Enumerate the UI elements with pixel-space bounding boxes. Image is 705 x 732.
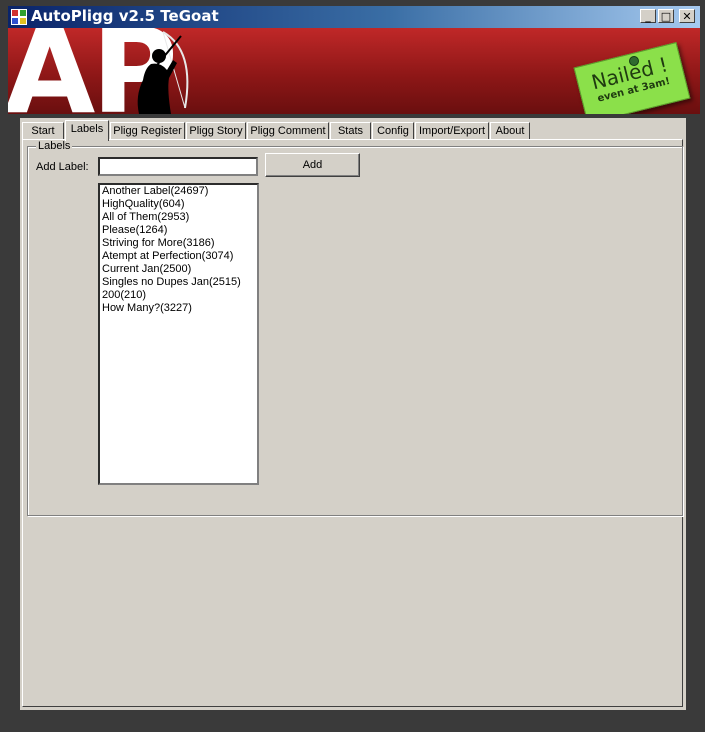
- list-item[interactable]: Current Jan(2500): [100, 263, 257, 276]
- list-item[interactable]: Another Label(24697): [100, 185, 257, 198]
- header-banner: AP Nailed ! even at 3am!: [8, 28, 700, 114]
- tab-start[interactable]: Start: [22, 122, 64, 139]
- tab-label: Stats: [337, 125, 364, 137]
- add-button[interactable]: Add: [265, 153, 360, 177]
- tab-pligg-register[interactable]: Pligg Register: [110, 122, 185, 139]
- list-item[interactable]: Striving for More(3186): [100, 237, 257, 250]
- list-item[interactable]: Please(1264): [100, 224, 257, 237]
- window-title: AutoPligg v2.5 TeGoat: [31, 7, 219, 25]
- tab-stats[interactable]: Stats: [330, 122, 371, 139]
- tab-pligg-comment[interactable]: Pligg Comment: [247, 122, 329, 139]
- tab-label: Start: [31, 125, 55, 137]
- tab-label: About: [495, 125, 525, 137]
- app-icon: [11, 9, 27, 25]
- tab-pligg-story[interactable]: Pligg Story: [186, 122, 246, 139]
- close-button[interactable]: ✕: [679, 9, 695, 23]
- close-icon: ✕: [682, 9, 692, 23]
- labels-listbox[interactable]: Another Label(24697) HighQuality(604) Al…: [98, 183, 259, 485]
- tab-import-export[interactable]: Import/Export: [415, 122, 489, 139]
- labels-tab-page: Labels Add Label: Add Another Label(2469…: [22, 139, 683, 707]
- add-button-label: Add: [302, 159, 323, 171]
- add-label-input[interactable]: [98, 157, 258, 176]
- tab-about[interactable]: About: [490, 122, 530, 139]
- tab-label: Config: [377, 125, 409, 137]
- groupbox-title: Labels: [36, 140, 73, 152]
- list-item[interactable]: Atempt at Perfection(3074): [100, 250, 257, 263]
- client-area: Start Labels Pligg Register Pligg Story …: [20, 118, 686, 710]
- minimize-button[interactable]: _: [640, 9, 656, 23]
- tab-label: Import/Export: [418, 125, 486, 137]
- list-item[interactable]: All of Them(2953): [100, 211, 257, 224]
- list-item[interactable]: Singles no Dupes Jan(2515): [100, 276, 257, 289]
- maximize-button[interactable]: □: [658, 9, 674, 23]
- archer-silhouette-icon: [137, 31, 189, 114]
- pushpin-icon: [629, 56, 639, 66]
- tab-label: Pligg Story: [189, 125, 243, 137]
- list-item[interactable]: 200(210): [100, 289, 257, 302]
- nailed-sticky-note: Nailed ! even at 3am!: [573, 42, 691, 114]
- labels-groupbox: Labels Add Label: Add Another Label(2469…: [27, 140, 683, 516]
- tab-label: Labels: [70, 123, 104, 135]
- tab-label: Pligg Register: [113, 125, 182, 137]
- list-item[interactable]: How Many?(3227): [100, 302, 257, 315]
- tab-label: Pligg Comment: [250, 125, 326, 137]
- maximize-icon: □: [660, 9, 672, 23]
- app-window: AutoPligg v2.5 TeGoat _ □ ✕ AP Nailed ! …: [0, 0, 705, 732]
- title-bar[interactable]: AutoPligg v2.5 TeGoat _ □ ✕: [8, 6, 700, 28]
- tab-config[interactable]: Config: [372, 122, 414, 139]
- tab-labels[interactable]: Labels: [65, 120, 109, 141]
- minimize-icon: _: [645, 9, 651, 23]
- list-item[interactable]: HighQuality(604): [100, 198, 257, 211]
- add-label-caption: Add Label:: [36, 161, 89, 173]
